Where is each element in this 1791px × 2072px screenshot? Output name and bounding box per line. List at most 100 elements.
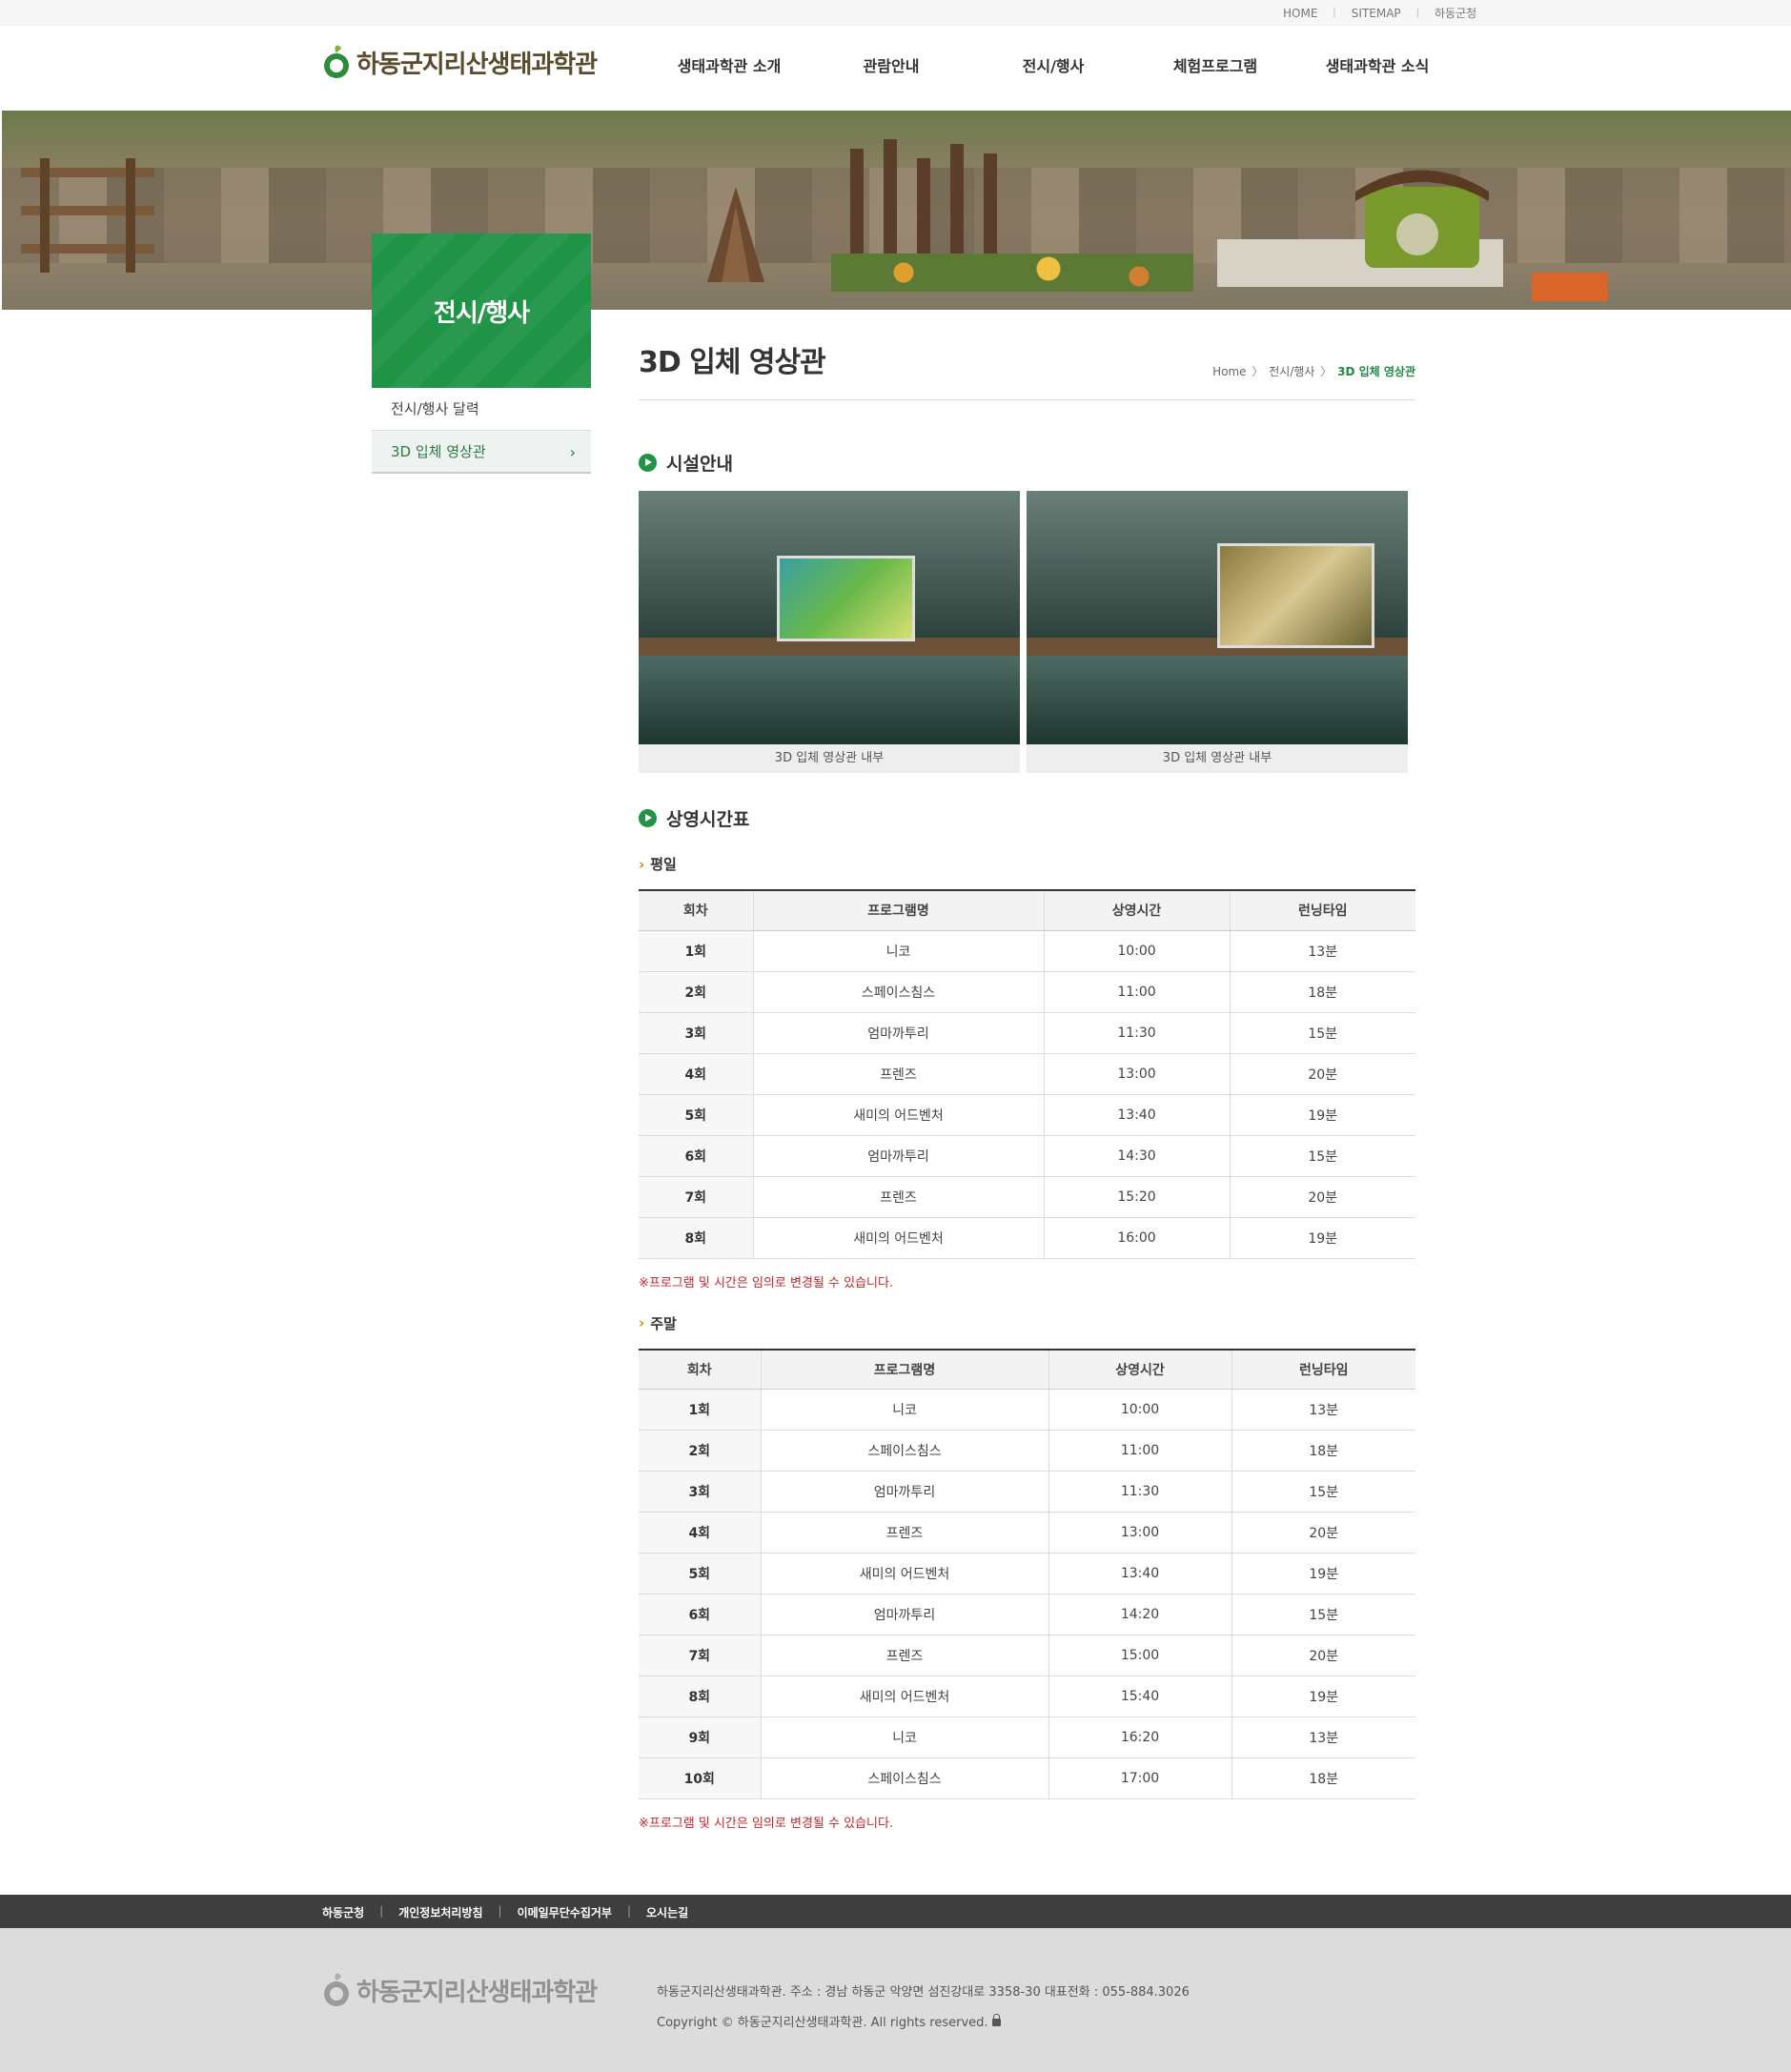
photo-caption: 3D 입체 영상관 내부 (774, 751, 885, 765)
footer-link-directions[interactable]: 오시는길 (646, 1904, 688, 1920)
orange-bench (1532, 273, 1608, 301)
play-circle-icon (639, 454, 657, 472)
divider: | (1333, 8, 1336, 18)
logo-text: 하동군지리산생태과학관 (356, 50, 598, 79)
program-cell: 스페이스침스 (760, 1430, 1048, 1472)
footer-info: 하동군지리산생태과학관. 주소 : 경남 하동군 악양면 섬진강대로 3358-… (657, 1978, 1190, 2039)
home-link[interactable]: HOME (1283, 7, 1317, 20)
runtime-cell: 20분 (1229, 1176, 1415, 1218)
footer-link-county[interactable]: 하동군청 (322, 1904, 364, 1920)
table-row: 4회 프렌즈 13:00 20분 (639, 1512, 1415, 1554)
section-title: 전시/행사 (433, 298, 530, 328)
side-menu-label: 전시/행사 달력 (391, 400, 479, 417)
program-cell: 스페이스침스 (752, 971, 1044, 1013)
sitemap-link[interactable]: SITEMAP (1352, 7, 1401, 20)
nav-programs[interactable]: 체험프로그램 (1134, 53, 1296, 76)
divider: | (498, 1904, 502, 1918)
page-title: 3D 입체 영상관 (639, 346, 826, 379)
nav-visit-info[interactable]: 관람안내 (810, 53, 972, 76)
program-cell: 니코 (760, 1717, 1048, 1758)
section-title-box: 전시/행사 (372, 234, 591, 388)
leaf-logo-icon (322, 43, 351, 81)
table-row: 9회 니코 16:20 13분 (639, 1717, 1415, 1758)
page-header: 3D 입체 영상관 Home 〉 전시/행사 〉 3D 입체 영상관 (639, 329, 1415, 400)
hero-banner-image (2, 111, 1791, 310)
program-cell: 엄마까투리 (752, 1012, 1044, 1054)
round-cell: 5회 (639, 1094, 753, 1136)
footer-link-privacy[interactable]: 개인정보처리방침 (398, 1904, 482, 1920)
footer-address: 하동군지리산생태과학관. 주소 : 경남 하동군 악양면 섬진강대로 3358-… (657, 1985, 1190, 2000)
program-cell: 프렌즈 (752, 1176, 1044, 1218)
green-hut (1355, 170, 1489, 268)
nav-news[interactable]: 생태과학관 소식 (1296, 53, 1458, 76)
side-menu-calendar[interactable]: 전시/행사 달력 (372, 388, 591, 431)
photo-caption: 3D 입체 영상관 내부 (1162, 751, 1272, 765)
showtime-cell: 13:40 (1043, 1094, 1230, 1136)
site-footer: 하동군지리산생태과학관 하동군지리산생태과학관. 주소 : 경남 하동군 악양면… (0, 1928, 1791, 2072)
program-cell: 엄마까투리 (752, 1135, 1044, 1177)
lock-icon[interactable] (991, 2014, 1001, 2026)
runtime-cell: 19분 (1231, 1676, 1415, 1717)
nav-exhibition-events[interactable]: 전시/행사 (972, 53, 1134, 76)
footer-link-bar: 하동군청 | 개인정보처리방침 | 이메일무단수집거부 | 오시는길 (0, 1895, 1791, 1928)
weekday-schedule-table: 회차 프로그램명 상영시간 런닝타임 1회 니코 10:00 13분 2회 스페이스침스 1… (639, 889, 1415, 1259)
round-cell: 4회 (639, 1512, 761, 1554)
column-header: 회차 (639, 1349, 761, 1390)
program-cell: 니코 (760, 1389, 1048, 1431)
column-header: 회차 (639, 890, 753, 931)
chevron-right-icon: › (569, 443, 576, 461)
wooden-teepee (707, 187, 764, 282)
runtime-cell: 13분 (1231, 1389, 1415, 1431)
weekend-heading: › 주말 (639, 1313, 1415, 1333)
utility-bar: HOME | SITEMAP | 하동군청 (0, 0, 1791, 26)
runtime-cell: 18분 (1229, 971, 1415, 1013)
showtime-cell: 14:30 (1043, 1135, 1230, 1177)
runtime-cell: 15분 (1229, 1012, 1415, 1054)
footer-logo-text: 하동군지리산생태과학관 (356, 1978, 598, 2007)
facility-photo: 3D 입체 영상관 내부 (1027, 491, 1408, 773)
round-cell: 1회 (639, 930, 753, 972)
column-header: 상영시간 (1048, 1349, 1231, 1390)
runtime-cell: 19분 (1231, 1553, 1415, 1595)
table-row: 7회 프렌즈 15:00 20분 (639, 1635, 1415, 1676)
breadcrumb-section[interactable]: 전시/행사 (1269, 365, 1314, 378)
side-menu-3d-theater[interactable]: 3D 입체 영상관 › (372, 431, 591, 474)
divider: | (379, 1904, 384, 1918)
round-cell: 7회 (639, 1176, 753, 1218)
program-cell: 엄마까투리 (760, 1471, 1048, 1513)
site-logo[interactable]: 하동군지리산생태과학관 (322, 38, 598, 86)
utility-links: HOME | SITEMAP | 하동군청 (1283, 5, 1476, 21)
runtime-cell: 15분 (1231, 1471, 1415, 1513)
runtime-cell: 19분 (1229, 1094, 1415, 1136)
runtime-cell: 20분 (1229, 1053, 1415, 1095)
divider: | (626, 1904, 632, 1918)
footer-link-email-policy[interactable]: 이메일무단수집거부 (518, 1904, 612, 1920)
round-cell: 2회 (639, 1430, 761, 1472)
breadcrumb-current: 3D 입체 영상관 (1337, 365, 1415, 378)
site-header: 하동군지리산생태과학관 생태과학관 소개 관람안내 전시/행사 체험프로그램 생… (0, 27, 1791, 111)
table-row: 5회 새미의 어드벤처 13:40 19분 (639, 1553, 1415, 1595)
main-content: 3D 입체 영상관 Home 〉 전시/행사 〉 3D 입체 영상관 시설안내 … (639, 329, 1415, 1831)
play-circle-icon (639, 809, 657, 827)
footer-logo: 하동군지리산생태과학관 (322, 1971, 598, 2009)
facility-heading: 시설안내 (639, 450, 1415, 476)
weekend-schedule-table: 회차 프로그램명 상영시간 런닝타임 1회 니코 10:00 13분 2회 스페이스침스 1… (639, 1348, 1415, 1799)
weekday-heading: › 평일 (639, 854, 1415, 874)
runtime-cell: 15분 (1229, 1135, 1415, 1177)
breadcrumb-home[interactable]: Home (1212, 365, 1246, 378)
showtime-cell: 10:00 (1048, 1389, 1231, 1431)
showtime-cell: 16:00 (1043, 1217, 1230, 1259)
column-header: 프로그램명 (752, 890, 1044, 931)
county-office-link[interactable]: 하동군청 (1435, 5, 1476, 21)
table-row: 1회 니코 10:00 13분 (639, 930, 1415, 972)
nav-about[interactable]: 생태과학관 소개 (648, 53, 810, 76)
column-header: 프로그램명 (760, 1349, 1048, 1390)
breadcrumb-separator: 〉 (1320, 365, 1333, 378)
table-row: 1회 니코 10:00 13분 (639, 1389, 1415, 1431)
round-cell: 7회 (639, 1635, 761, 1676)
wooden-posts (850, 139, 997, 263)
round-cell: 8회 (639, 1217, 753, 1259)
round-cell: 6회 (639, 1594, 761, 1635)
table-row: 2회 스페이스침스 11:00 18분 (639, 971, 1415, 1013)
round-cell: 4회 (639, 1053, 753, 1095)
